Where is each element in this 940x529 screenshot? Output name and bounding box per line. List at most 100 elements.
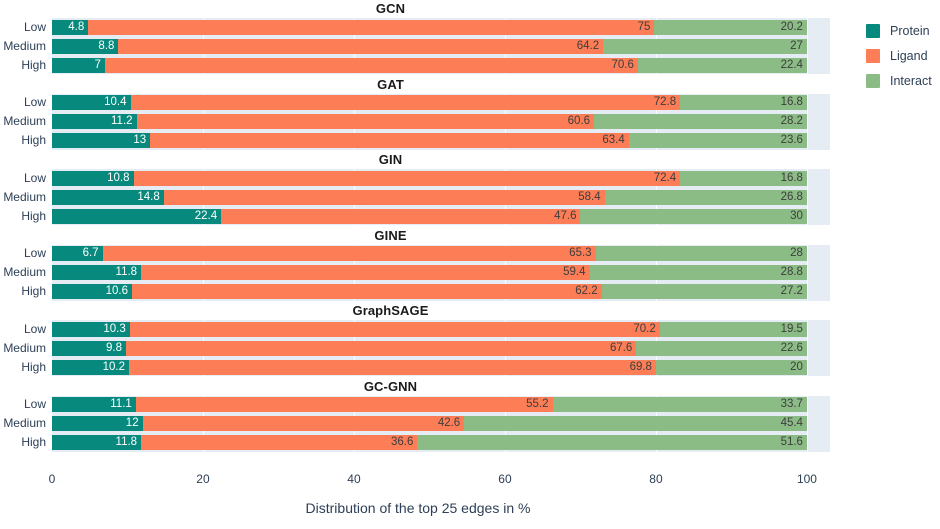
bar-value-label: 22.4	[780, 58, 803, 71]
bar-row: High 22.4 47.6 30	[21, 208, 830, 224]
bar-segment-protein[interactable]: 10.3	[52, 321, 130, 337]
bar-segment-ligand[interactable]: 59.4	[141, 265, 590, 280]
x-tick-60: 60	[498, 472, 512, 486]
bar-rows: Low 6.7 65.3 28 Medium 11.8 59.4 28.8 High 10.6 62…	[3, 245, 830, 301]
bar-segment-interact[interactable]: 33.7	[552, 397, 807, 412]
bar-row: Medium 11.2 60.6 28.2	[3, 114, 830, 129]
bar-segment-interact[interactable]: 20.2	[654, 19, 807, 35]
legend-label: Interact	[890, 73, 932, 88]
bar-value-label: 16.8	[780, 96, 803, 108]
bar-segment-interact[interactable]: 22.6	[636, 340, 807, 356]
bar-value-label: 33.7	[780, 398, 803, 410]
bar-row: Medium 11.8 59.4 28.8	[3, 265, 830, 280]
bar-segment-ligand[interactable]: 58.4	[163, 189, 605, 205]
bar-value-label: 16.8	[780, 171, 803, 184]
bar-segment-interact[interactable]: 16.8	[680, 95, 807, 110]
bar-segment-interact[interactable]: 19.5	[659, 321, 807, 337]
bar-row: Low 10.4 72.8 16.8	[24, 95, 830, 110]
bar-segment-protein[interactable]: 11.8	[52, 435, 142, 450]
legend-item-interact[interactable]: Interact	[866, 68, 940, 93]
bar-segment-ligand[interactable]: 67.6	[125, 340, 637, 356]
bar-segment-interact[interactable]: 30	[580, 208, 807, 224]
bar-segment-ligand[interactable]: 64.2	[118, 38, 604, 54]
bar-row: Medium 12 42.6 45.4	[3, 416, 830, 431]
bar-segment-ligand[interactable]: 72.4	[133, 170, 681, 186]
bar-segment-interact[interactable]: 27	[603, 38, 807, 54]
bar-segment-ligand[interactable]: 62.2	[132, 284, 602, 299]
bar-rows: Low 10.8 72.4 16.8 Medium 14.8 58.4 26.8 High 22.…	[3, 169, 830, 225]
bar-value-label: 6.7	[82, 247, 99, 259]
bar-value-label: 10.4	[104, 96, 127, 108]
bar-segment-interact[interactable]: 28.8	[589, 265, 807, 280]
bar-value-label: 69.8	[629, 360, 652, 373]
bar-segment-protein[interactable]: 4.8	[52, 19, 89, 35]
bar-segment-ligand[interactable]: 72.8	[130, 95, 681, 110]
bar-segment-ligand[interactable]: 60.6	[136, 114, 595, 129]
bar-row: Low 6.7 65.3 28	[24, 246, 830, 261]
bar-segment-interact[interactable]: 28.2	[594, 114, 807, 129]
plot-area: Low 4.8 75 20.2 Medium 8.8 64.2 27 High 7 70.6 22.4	[3, 18, 830, 74]
bar-segment-interact[interactable]: 16.8	[680, 170, 807, 186]
stacked-bar: 10.3 70.2 19.5	[52, 321, 807, 337]
bar-segment-protein[interactable]: 8.8	[52, 38, 119, 54]
bar-value-label: 36.6	[391, 436, 414, 448]
bar-segment-protein[interactable]: 13	[52, 133, 151, 148]
bar-row: Medium 8.8 64.2 27	[3, 38, 830, 54]
bar-row: Low 10.3 70.2 19.5	[24, 321, 830, 337]
panel-title: GINE	[374, 227, 407, 243]
bar-value-label: 63.4	[602, 134, 625, 146]
bar-segment-interact[interactable]: 20	[655, 359, 807, 375]
legend-item-protein[interactable]: Protein	[866, 18, 940, 43]
bar-segment-protein[interactable]: 22.4	[52, 208, 222, 224]
row-label-low: Low	[23, 321, 46, 336]
row-label-medium: Medium	[3, 265, 46, 279]
plot-area: Low 10.4 72.8 16.8 Medium 11.2 60.6 28.2 High 13 6…	[3, 93, 830, 150]
bar-segment-protein[interactable]: 10.4	[52, 95, 131, 110]
legend-label: Ligand	[890, 48, 928, 63]
legend-swatch-icon	[866, 23, 880, 38]
bar-segment-protein[interactable]: 7	[52, 57, 105, 73]
stacked-bar: 14.8 58.4 26.8	[52, 189, 807, 205]
bar-segment-interact[interactable]: 26.8	[604, 189, 807, 205]
bar-segment-ligand[interactable]: 69.8	[129, 359, 656, 375]
bar-segment-ligand[interactable]: 75	[88, 19, 655, 35]
bar-segment-interact[interactable]: 45.4	[464, 416, 807, 431]
row-label-high: High	[21, 435, 46, 449]
bar-value-label: 20	[790, 360, 803, 373]
bar-segment-protein[interactable]: 12	[52, 416, 143, 431]
legend-swatch-icon	[866, 48, 880, 63]
panel-title: GAT	[377, 76, 404, 92]
plot-area: Low 11.1 55.2 33.7 Medium 12 42.6 45.4 High 11.8 3…	[3, 395, 830, 452]
bar-segment-protein[interactable]: 11.1	[52, 397, 136, 412]
bar-segment-protein[interactable]: 11.2	[52, 114, 137, 129]
stacked-bar: 11.8 36.6 51.6	[52, 435, 807, 450]
bar-rows: Low 11.1 55.2 33.7 Medium 12 42.6 45.4 High 11.8 3…	[3, 396, 830, 452]
bar-segment-protein[interactable]: 9.8	[52, 340, 126, 356]
bar-value-label: 11.2	[111, 115, 133, 127]
bar-segment-ligand[interactable]: 63.4	[150, 133, 629, 148]
bar-segment-ligand[interactable]: 65.3	[102, 246, 596, 261]
bar-segment-interact[interactable]: 22.4	[637, 57, 807, 73]
bar-value-label: 20.2	[780, 20, 803, 33]
bar-segment-protein[interactable]: 11.8	[52, 265, 142, 280]
bar-segment-ligand[interactable]: 42.6	[142, 416, 465, 431]
bar-segment-interact[interactable]: 27.2	[601, 284, 807, 299]
bar-segment-interact[interactable]: 28	[595, 246, 807, 261]
bar-segment-ligand[interactable]: 36.6	[141, 435, 418, 450]
bar-segment-interact[interactable]: 23.6	[628, 133, 807, 148]
bar-segment-ligand[interactable]: 55.2	[135, 397, 553, 412]
bar-segment-protein[interactable]: 6.7	[52, 246, 103, 261]
bar-segment-ligand[interactable]: 70.6	[104, 57, 638, 73]
bar-segment-ligand[interactable]: 47.6	[221, 208, 581, 224]
bar-segment-protein[interactable]: 10.2	[52, 359, 129, 375]
bar-rows: Low 10.3 70.2 19.5 Medium 9.8 67.6 22.6 High 10.2…	[3, 320, 830, 376]
bar-segment-interact[interactable]: 51.6	[417, 435, 807, 450]
bar-segment-protein[interactable]: 14.8	[52, 189, 164, 205]
panel-title: GraphSAGE	[352, 303, 429, 318]
bar-segment-protein[interactable]: 10.6	[52, 284, 133, 299]
bar-segment-ligand[interactable]: 70.2	[129, 321, 660, 337]
bar-segment-protein[interactable]: 10.8	[52, 170, 134, 186]
panel-gat: GAT Low 10.4 72.8 16.8 Medium 11.2 60.6 28.2 High…	[0, 76, 836, 152]
bar-row: High 7 70.6 22.4	[21, 57, 830, 73]
legend-item-ligand[interactable]: Ligand	[866, 43, 940, 68]
